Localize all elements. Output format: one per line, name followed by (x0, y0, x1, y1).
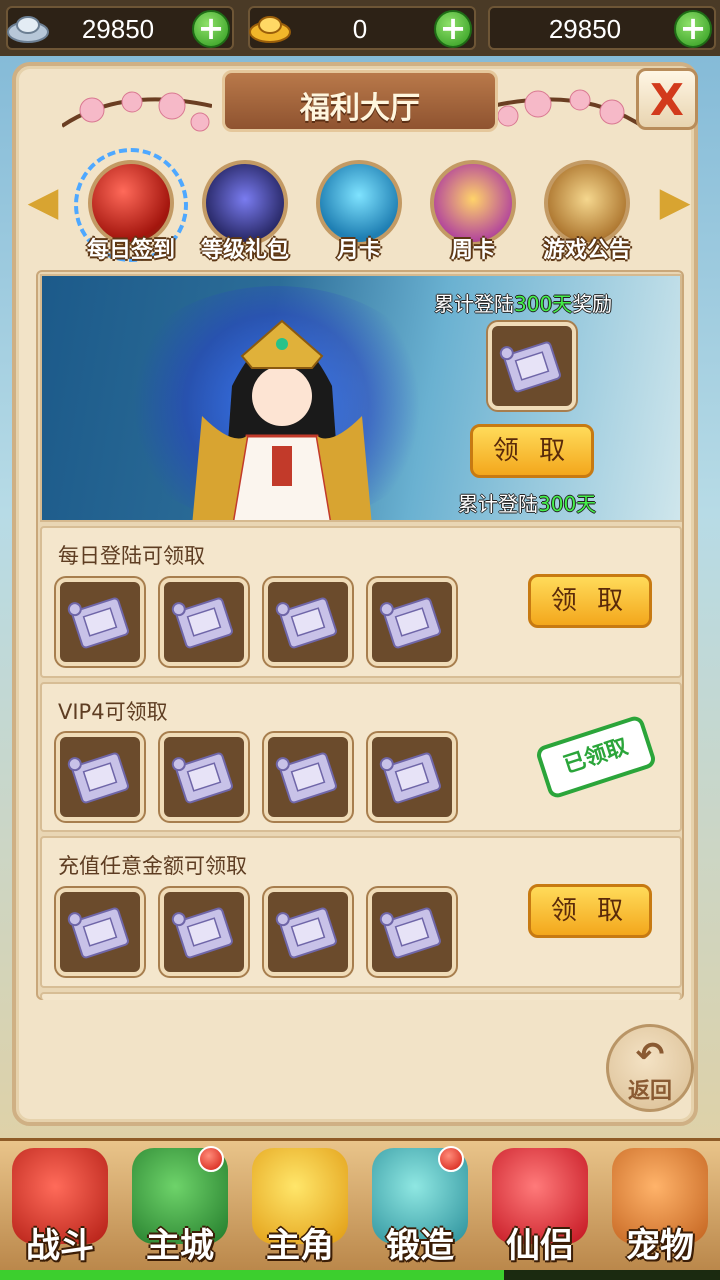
reward-caption-days: 300天 (514, 292, 573, 316)
reward-item-slot[interactable] (488, 322, 576, 410)
coupon-scroll-icon (499, 341, 561, 393)
nav-label: 锻造 (386, 1226, 454, 1266)
coupon-scroll-icon (275, 907, 337, 959)
row-title: 充值任意金额可领取 (58, 854, 247, 878)
tab-level-gift[interactable]: 等级礼包 (200, 160, 290, 263)
blossom-decoration-icon (492, 89, 642, 128)
reward-item-slot[interactable] (160, 578, 248, 666)
back-button[interactable]: ↶ 返回 (606, 1024, 694, 1112)
coupon-scroll-icon (171, 597, 233, 649)
progress-caption-days: 300天 (538, 492, 597, 516)
coupon-scroll-icon (171, 752, 233, 804)
reward-item-slot[interactable] (368, 578, 456, 666)
notification-dot (198, 1146, 224, 1172)
tab-label: 游戏公告 (542, 238, 631, 263)
nav-label: 战斗 (26, 1226, 94, 1266)
row-title: 每日登陆可领取 (58, 544, 205, 568)
back-arrow-icon: ↶ (635, 1035, 665, 1075)
reward-item-slot[interactable] (160, 888, 248, 976)
recharge-claim-button[interactable]: 领 取 (528, 884, 652, 938)
nav-label: 仙侣 (506, 1226, 574, 1266)
reward-item-slot[interactable] (264, 888, 352, 976)
coupon-scroll-icon (171, 907, 233, 959)
nav-hero[interactable]: 主角 (244, 1144, 356, 1272)
tabs-right-arrow-icon[interactable]: ▶ (658, 180, 692, 224)
silver-value: 29850 (81, 14, 155, 44)
notification-dot (438, 1146, 464, 1172)
tab-label: 每日签到 (86, 238, 175, 263)
coin-value: 29850 (548, 14, 622, 44)
bottom-progress-bar (0, 1270, 720, 1280)
nav-partner[interactable]: 仙侣 (484, 1144, 596, 1272)
nav-battle[interactable]: 战斗 (4, 1144, 116, 1272)
add-silver-button[interactable]: + (192, 10, 230, 48)
page-title: 福利大厅 (300, 91, 420, 126)
reward-caption-post: 奖励 (572, 292, 613, 316)
silver-ingot-icon (7, 16, 49, 43)
reward-item-slot[interactable] (264, 733, 352, 821)
daily-claim-button[interactable]: 领 取 (528, 574, 652, 628)
coin-currency: 29850 + (488, 6, 716, 50)
currency-bar: 29850 + 0 + 29850 + (0, 0, 720, 56)
nav-label: 宠物 (626, 1226, 694, 1266)
coupon-scroll-icon (67, 597, 129, 649)
tab-announcement[interactable]: 游戏公告 (542, 160, 632, 263)
nav-label: 主城 (146, 1226, 214, 1266)
progress-caption-pre: 累计登陆 (458, 492, 538, 516)
reward-item-slot[interactable] (264, 578, 352, 666)
tab-daily-signin[interactable]: 每日签到 (74, 148, 188, 263)
blossom-decoration-icon (62, 91, 212, 132)
tab-week-card[interactable]: 周卡 (428, 160, 518, 263)
coupon-scroll-icon (275, 597, 337, 649)
add-gold-button[interactable]: + (434, 10, 472, 48)
reward-item-slot[interactable] (56, 733, 144, 821)
coupon-scroll-icon (67, 752, 129, 804)
tab-month-card[interactable]: 月卡 (314, 160, 404, 263)
tab-label: 等级礼包 (200, 238, 289, 263)
close-button[interactable]: X (636, 68, 698, 130)
row-title: VIP4可领取 (58, 700, 168, 724)
nav-pet[interactable]: 宠物 (604, 1144, 716, 1272)
progress-fill (0, 1270, 504, 1280)
coupon-scroll-icon (275, 752, 337, 804)
nav-city[interactable]: 主城 (124, 1144, 236, 1272)
coupon-scroll-icon (379, 752, 441, 804)
coupon-scroll-icon (379, 597, 441, 649)
gold-value: 0 (352, 14, 368, 44)
hero-character-illustration (192, 319, 372, 520)
coupon-scroll-icon (67, 907, 129, 959)
coupon-scroll-icon (379, 907, 441, 959)
reward-item-slot[interactable] (56, 888, 144, 976)
reward-item-slot[interactable] (368, 733, 456, 821)
reward-item-slot[interactable] (368, 888, 456, 976)
banner-claim-button[interactable]: 领 取 (470, 424, 594, 478)
panel-title-plate: 福利大厅 (222, 70, 498, 132)
reward-caption: 累计登陆300天奖励 (434, 288, 612, 317)
nav-label: 主角 (266, 1226, 334, 1266)
cumulative-login-banner: 累计登陆300天奖励 领 取 累计登陆300天 (40, 274, 682, 522)
progress-caption: 累计登陆300天 (458, 488, 596, 517)
silver-currency: 29850 + (6, 6, 234, 50)
reward-item-slot[interactable] (56, 578, 144, 666)
content-bottom-edge (40, 992, 682, 1000)
tab-label: 月卡 (336, 238, 381, 263)
tab-label: 周卡 (450, 238, 495, 263)
close-icon: X (650, 75, 684, 126)
gold-ingot-icon (249, 16, 291, 43)
back-label: 返回 (627, 1079, 672, 1104)
tabs-left-arrow-icon[interactable]: ◀ (26, 180, 60, 224)
reward-item-slot[interactable] (160, 733, 248, 821)
add-coin-button[interactable]: + (674, 10, 712, 48)
nav-forge[interactable]: 锻造 (364, 1144, 476, 1272)
gold-currency: 0 + (248, 6, 476, 50)
reward-caption-pre: 累计登陆 (434, 292, 514, 316)
